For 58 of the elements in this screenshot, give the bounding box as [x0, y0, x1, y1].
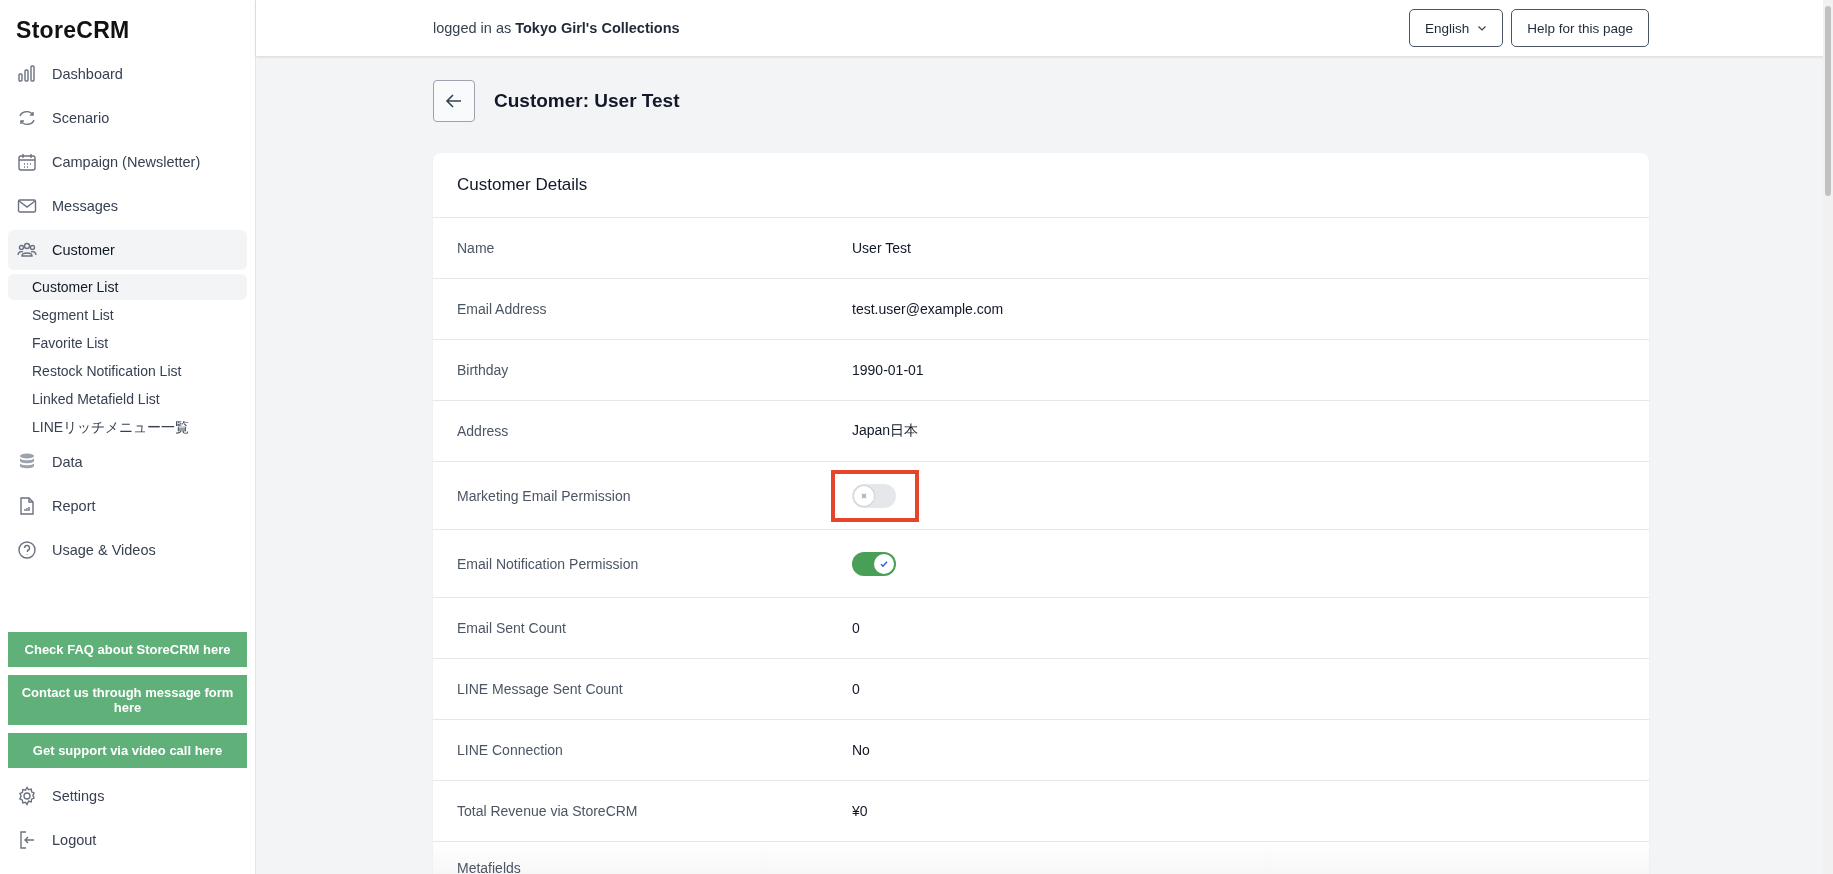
nav-subitem[interactable]: Linked Metafield List — [8, 386, 247, 412]
field-label: Total Revenue via StoreCRM — [457, 803, 639, 819]
bar-chart-icon — [17, 64, 37, 84]
logged-in-text: logged in as Tokyo Girl's Collections — [433, 20, 680, 36]
nav-subitem[interactable]: LINEリッチメニュー一覧 — [8, 414, 247, 440]
field-value: ¥0 — [852, 803, 868, 819]
nav-item[interactable]: Dashboard — [8, 54, 247, 94]
settings-icon — [17, 786, 37, 806]
field-value: No — [852, 742, 870, 758]
toggle-switch[interactable] — [852, 551, 896, 576]
nav-item[interactable]: Messages — [8, 186, 247, 226]
chevron-down-icon — [1477, 23, 1488, 33]
language-dropdown[interactable]: English — [1408, 9, 1504, 47]
field-label: Address — [457, 423, 510, 439]
check-icon — [879, 558, 889, 569]
scrollbar[interactable] — [1823, 0, 1833, 874]
nav-item[interactable]: Usage & Videos — [8, 530, 247, 570]
field-label: Birthday — [457, 362, 510, 378]
toggle-switch[interactable] — [852, 483, 896, 508]
field-label: Marketing Email Permission — [457, 487, 632, 504]
field-value: Japan日本 — [852, 422, 919, 438]
nav-subitem[interactable]: Segment List — [8, 302, 247, 328]
refresh-icon — [17, 108, 37, 128]
nav-item[interactable]: Customer — [8, 230, 247, 270]
nav-subitem[interactable]: Customer List — [8, 274, 247, 300]
field-value: 1990-01-01 — [852, 362, 924, 378]
nav-item[interactable]: Scenario — [8, 98, 247, 138]
section-title: Metafields — [457, 860, 521, 874]
card-title: Customer Details — [457, 175, 588, 195]
field-label: LINE Message Sent Count — [457, 681, 624, 697]
field-label: Name — [457, 240, 496, 256]
help-icon — [17, 540, 37, 560]
field-label: Email Notification Permission — [457, 555, 640, 572]
field-value: 0 — [852, 681, 860, 697]
back-button[interactable] — [433, 80, 475, 122]
x-icon — [860, 491, 868, 500]
nav-item[interactable]: Settings — [8, 776, 247, 816]
nav-subitem[interactable]: Restock Notification List — [8, 358, 247, 384]
nav-item[interactable]: Campaign (Newsletter) — [8, 142, 247, 182]
help-button[interactable]: Help for this page — [1511, 9, 1649, 47]
mail-icon — [17, 196, 37, 216]
people-icon — [17, 240, 37, 260]
nav-item[interactable]: Data — [8, 442, 247, 482]
nav-item[interactable]: Report — [8, 486, 247, 526]
nav-subitem[interactable]: Favorite List — [8, 330, 247, 356]
calendar-icon — [17, 152, 37, 172]
nav-item[interactable]: Logout — [8, 820, 247, 860]
logout-icon — [17, 830, 37, 850]
field-value: User Test — [852, 240, 911, 256]
logo: StoreCRM — [15, 16, 131, 45]
field-label: Email Sent Count — [457, 620, 567, 636]
field-value: test.user@example.com — [852, 301, 1004, 317]
document-chart-icon — [17, 496, 37, 516]
field-label: Email Address — [457, 301, 548, 317]
page-title: Customer: User Test — [494, 90, 680, 112]
arrow-left-icon — [445, 92, 463, 110]
field-label: LINE Connection — [457, 742, 564, 758]
field-value: 0 — [852, 620, 860, 636]
